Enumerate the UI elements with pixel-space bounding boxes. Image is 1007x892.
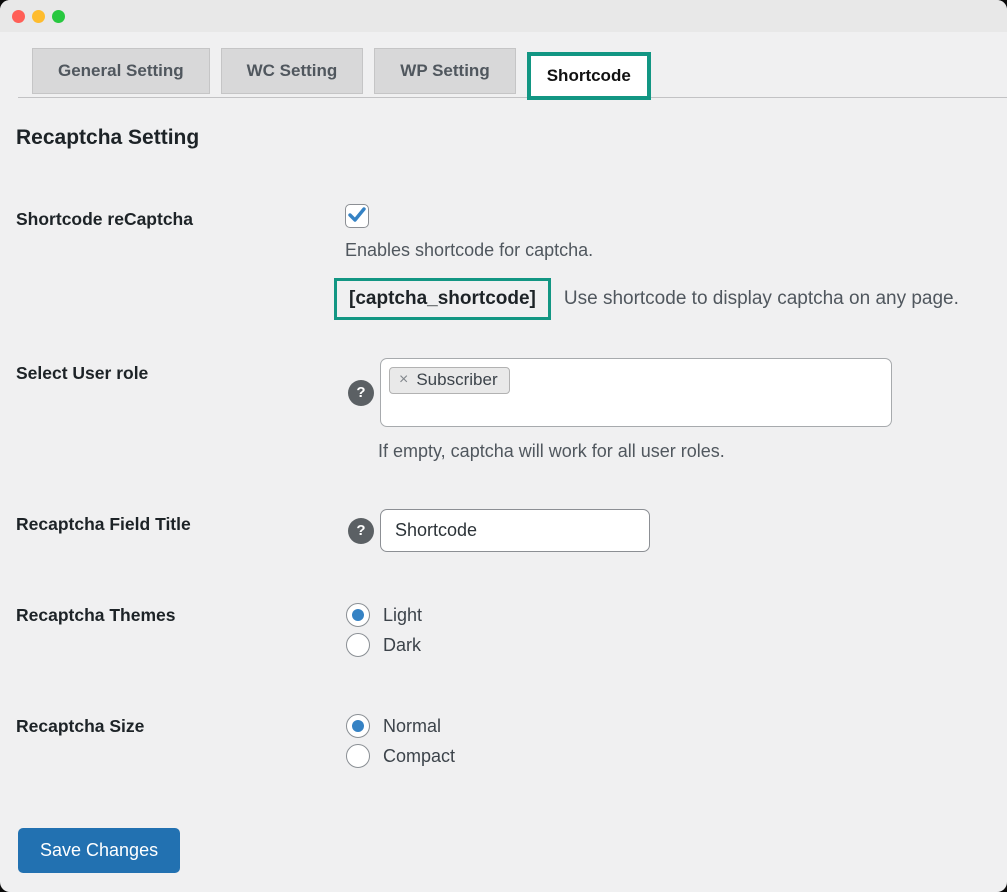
page-title: Recaptcha Setting [16, 126, 991, 150]
save-button-wrap: Save Changes [18, 828, 991, 873]
settings-form: Shortcode reCaptcha Enables shortcode fo… [16, 204, 991, 873]
radio-normal[interactable] [346, 714, 370, 738]
title-bar [0, 0, 1007, 32]
row-size: Recaptcha Size Normal Compact [16, 711, 991, 771]
close-button[interactable] [12, 10, 25, 23]
shortcode-value: [captcha_shortcode] [334, 278, 551, 320]
field-title-label: Recaptcha Field Title [16, 509, 342, 535]
themes-label: Recaptcha Themes [16, 600, 342, 626]
theme-option-dark[interactable]: Dark [346, 630, 991, 660]
zoom-button[interactable] [52, 10, 65, 23]
radio-dark[interactable] [346, 633, 370, 657]
tab-shortcode[interactable]: Shortcode [527, 52, 651, 100]
user-role-label: Select User role [16, 358, 342, 384]
settings-panel: Recaptcha Setting Shortcode reCaptcha En… [0, 126, 1007, 873]
row-themes: Recaptcha Themes Light Dark [16, 600, 991, 660]
field-title-input[interactable] [380, 509, 650, 552]
radio-light-label: Light [383, 605, 422, 626]
radio-dark-label: Dark [383, 635, 421, 656]
theme-option-light[interactable]: Light [346, 600, 991, 630]
minimize-button[interactable] [32, 10, 45, 23]
tab-general-setting[interactable]: General Setting [32, 48, 210, 94]
themes-radio-group: Light Dark [346, 600, 991, 660]
remove-tag-icon[interactable]: × [399, 371, 408, 389]
tab-wp-setting[interactable]: WP Setting [374, 48, 515, 94]
row-shortcode-recaptcha: Shortcode reCaptcha Enables shortcode fo… [16, 204, 991, 320]
help-icon[interactable]: ? [348, 518, 374, 544]
row-user-role: Select User role ? × Subscriber If empty… [16, 358, 991, 462]
radio-normal-label: Normal [383, 716, 441, 737]
user-role-helper-text: If empty, captcha will work for all user… [378, 440, 991, 462]
app-window: General Setting WC Setting WP Setting Sh… [0, 0, 1007, 892]
radio-compact[interactable] [346, 744, 370, 768]
checkmark-icon [348, 207, 366, 223]
shortcode-recaptcha-label: Shortcode reCaptcha [16, 204, 342, 230]
size-label: Recaptcha Size [16, 711, 342, 737]
tab-wc-setting[interactable]: WC Setting [221, 48, 364, 94]
user-role-multiselect[interactable]: × Subscriber [380, 358, 892, 427]
size-option-normal[interactable]: Normal [346, 711, 991, 741]
radio-light[interactable] [346, 603, 370, 627]
user-role-tag-label: Subscriber [416, 370, 497, 390]
tab-bar: General Setting WC Setting WP Setting Sh… [18, 32, 1007, 98]
shortcode-description: Enables shortcode for captcha. [345, 239, 991, 261]
size-radio-group: Normal Compact [346, 711, 991, 771]
radio-compact-label: Compact [383, 746, 455, 767]
save-changes-button[interactable]: Save Changes [18, 828, 180, 873]
shortcode-hint: Use shortcode to display captcha on any … [564, 288, 959, 310]
shortcode-recaptcha-checkbox[interactable] [345, 204, 369, 228]
size-option-compact[interactable]: Compact [346, 741, 991, 771]
help-icon[interactable]: ? [348, 380, 374, 406]
user-role-tag: × Subscriber [389, 367, 510, 394]
row-field-title: Recaptcha Field Title ? [16, 509, 991, 552]
